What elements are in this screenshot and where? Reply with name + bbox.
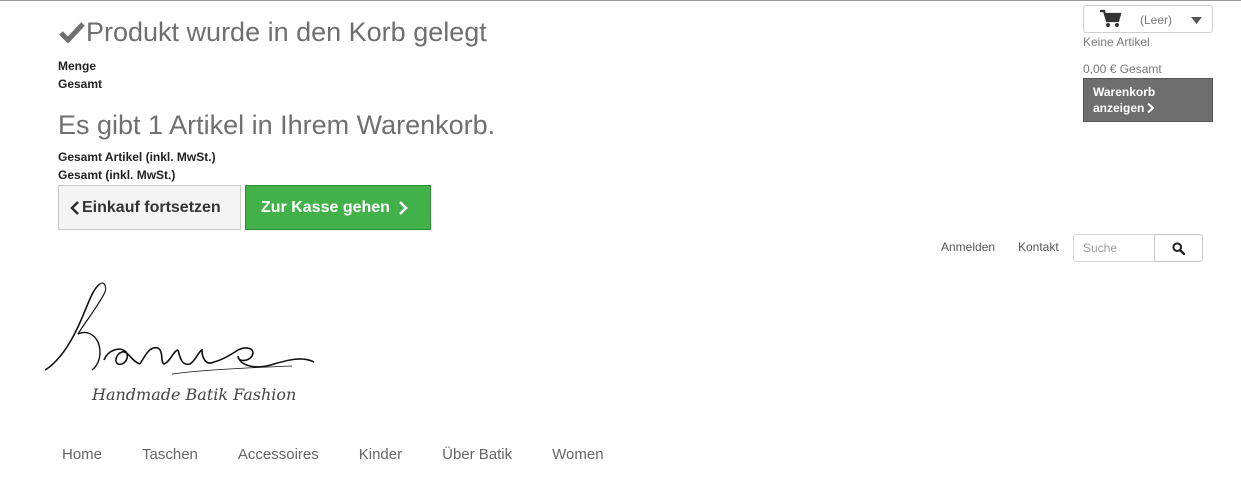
- menu-item-home[interactable]: Home: [62, 446, 102, 463]
- caret-down-icon: [1191, 17, 1202, 24]
- check-icon: [59, 22, 85, 43]
- menu-item-taschen[interactable]: Taschen: [142, 446, 198, 463]
- contact-link[interactable]: Kontakt: [1018, 240, 1059, 254]
- cart-no-items: Keine Artikel: [1083, 35, 1150, 49]
- checkout-label: Zur Kasse gehen: [261, 198, 390, 216]
- cart-icon: [1100, 9, 1122, 27]
- total-products-label: Gesamt Artikel (inkl. MwSt.): [58, 150, 216, 164]
- cart-summary-title: Es gibt 1 Artikel in Ihrem Warenkorb.: [58, 110, 496, 140]
- search-icon: [1172, 241, 1185, 255]
- confirmation-title-text: Produkt wurde in den Korb gelegt: [86, 17, 487, 47]
- login-link[interactable]: Anmelden: [941, 240, 995, 254]
- search-form: [1073, 234, 1203, 262]
- cart-dropdown[interactable]: (Leer): [1083, 5, 1213, 33]
- cart-empty-label: (Leer): [1140, 13, 1173, 27]
- continue-shopping-label: Einkauf fortsetzen: [82, 198, 221, 216]
- menu-item-women[interactable]: Women: [552, 446, 603, 463]
- chevron-right-icon: [399, 200, 408, 215]
- total-label: Gesamt: [58, 77, 103, 91]
- continue-shopping-button[interactable]: Einkauf fortsetzen: [58, 185, 241, 230]
- cart-totals: Gesamt Artikel (inkl. MwSt.) Gesamt (ink…: [58, 148, 758, 184]
- show-cart-label-line1: Warenkorb: [1093, 85, 1156, 99]
- menu-item-accessoires[interactable]: Accessoires: [238, 446, 319, 463]
- site-logo[interactable]: Handmade Batik Fashion: [42, 280, 332, 410]
- checkout-button[interactable]: Zur Kasse gehen: [245, 185, 431, 230]
- menu-item-kinder[interactable]: Kinder: [359, 446, 402, 463]
- main-menu: Home Taschen Accessoires Kinder Über Bat…: [62, 446, 644, 463]
- cart-total: 0,00 € Gesamt: [1083, 62, 1162, 76]
- confirmation-title: Produkt wurde in den Korb gelegt: [58, 16, 758, 48]
- show-cart-button[interactable]: Warenkorb anzeigen: [1083, 78, 1213, 122]
- product-meta: Menge Gesamt: [58, 57, 758, 93]
- layer-buttons: Einkauf fortsetzen Zur Kasse gehen: [58, 185, 431, 230]
- show-cart-label-line2-wrap: anzeigen: [1093, 100, 1203, 116]
- chevron-right-icon: [1147, 102, 1155, 114]
- cart-confirmation: Produkt wurde in den Korb gelegt Menge G…: [58, 16, 758, 184]
- logo-tagline: Handmade Batik Fashion: [91, 385, 296, 404]
- quantity-label: Menge: [58, 59, 97, 73]
- menu-item-ueber-batik[interactable]: Über Batik: [442, 446, 512, 463]
- total-incl-label: Gesamt (inkl. MwSt.): [58, 168, 176, 182]
- search-input[interactable]: [1073, 234, 1154, 262]
- show-cart-label-line2: anzeigen: [1093, 101, 1145, 115]
- search-button[interactable]: [1154, 234, 1203, 262]
- chevron-left-icon: [70, 200, 79, 215]
- top-border: [0, 0, 1241, 1]
